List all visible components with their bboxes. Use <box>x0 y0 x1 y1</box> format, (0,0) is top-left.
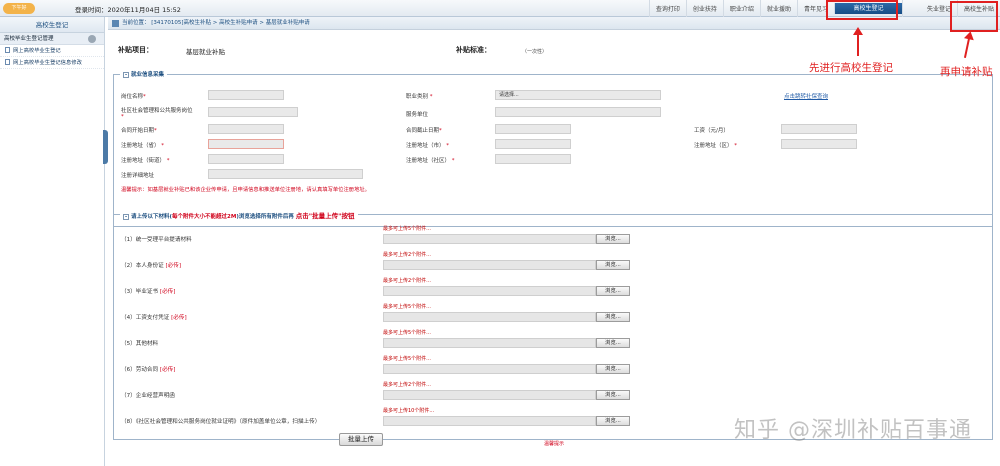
logo: 下午好 <box>3 3 35 14</box>
nav-job-intro[interactable]: 职业介绍 <box>722 0 760 17</box>
subsidy-item-value: 基层就业补贴 <box>186 48 225 56</box>
attachment-limit-1: 最多可上传5个附件... <box>383 226 431 232</box>
attachment-label-4: （4）工资支付凭证 [必传] <box>121 315 187 321</box>
attachment-limit-3: 最多可上传2个附件... <box>383 278 431 284</box>
nav-startup-support[interactable]: 创业扶持 <box>685 0 723 17</box>
reg-community-input[interactable] <box>495 154 571 164</box>
reg-city-input[interactable] <box>495 139 571 149</box>
position-label: 岗位名称* <box>121 94 146 100</box>
sidebar-item-register-modify[interactable]: 网上高校毕业生登记信息修改 <box>0 57 104 69</box>
reg-detail-input[interactable] <box>208 169 363 179</box>
attachment-label-7: （7）企业经营声明函 <box>121 393 175 399</box>
attachment-label-2: （2）本人身份证 [必传] <box>121 263 182 269</box>
attachment-label-6: （6）劳动合同 [必传] <box>121 367 176 373</box>
browse-button-8[interactable]: 浏览... <box>596 416 630 426</box>
wage-label: 工资（元/月） <box>694 128 729 134</box>
browse-button-4[interactable]: 浏览... <box>596 312 630 322</box>
sidebar-section-label: 高校毕业生登记管理 <box>4 36 54 42</box>
document-icon <box>5 47 10 53</box>
subsidy-item-label: 补贴项目： <box>118 46 153 54</box>
attachment-path-4[interactable] <box>383 312 596 322</box>
reg-detail-label: 注册详细地址 <box>121 173 155 179</box>
highlight-graduate-subsidy <box>950 1 998 32</box>
browse-button-5[interactable]: 浏览... <box>596 338 630 348</box>
social-post-label: 社区社会管理和公共服务岗位 * <box>121 108 193 120</box>
attachment-label-3: （3）毕业证书 [必传] <box>121 289 176 295</box>
attachment-limit-6: 最多可上传5个附件... <box>383 356 431 362</box>
reg-province-label: 注册地址（省） * <box>121 143 165 149</box>
position-input[interactable] <box>208 90 284 100</box>
job-type-select[interactable]: 请选择... <box>495 90 661 100</box>
highlight-graduate-register <box>826 0 898 20</box>
arrow-up-icon <box>853 27 863 56</box>
main-content: 补贴项目： 基层就业补贴 补贴标准： （一次性） - 就业信息采集 岗位名称* 职… <box>108 30 1000 466</box>
attachment-limit-2: 最多可上传2个附件... <box>383 252 431 258</box>
attachment-path-5[interactable] <box>383 338 596 348</box>
attachment-label-1: （1）统一受理平台提请材料 <box>121 237 192 243</box>
top-nav: 查询打印 创业扶持 职业介绍 就业援助 青年见习 高校生登记 失业登记 高校生补… <box>648 0 1000 17</box>
reg-street-label: 注册地址（街道） * <box>121 158 170 164</box>
nav-unemployment-register[interactable]: 失业登记 <box>901 0 957 17</box>
collapse-minus-icon: - <box>123 214 129 220</box>
start-date-input[interactable] <box>208 124 284 134</box>
attachments-legend[interactable]: - 请上传以下材料(每个附件大小不能超过2M)浏览选择所有附件后再 点击"批量上传… <box>120 210 358 220</box>
social-post-input[interactable] <box>208 107 298 117</box>
watermark: 知乎 @深圳补贴百事通 <box>734 418 972 443</box>
reg-district-label: 注册地址（区） * <box>694 143 738 149</box>
sidebar: 高校生登记 高校毕业生登记管理 网上高校毕业生登记 网上高校毕业生登记信息修改 <box>0 17 105 466</box>
attachment-path-3[interactable] <box>383 286 596 296</box>
browse-button-2[interactable]: 浏览... <box>596 260 630 270</box>
browse-button-7[interactable]: 浏览... <box>596 390 630 400</box>
job-type-label: 职业类别 * <box>406 94 433 100</box>
sidebar-item-graduate-register[interactable]: 网上高校毕业生登记 <box>0 45 104 57</box>
save-tip: 温馨提示 <box>544 441 565 447</box>
browse-button-3[interactable]: 浏览... <box>596 286 630 296</box>
nav-query-print[interactable]: 查询打印 <box>648 0 686 17</box>
sidebar-title: 高校生登记 <box>0 17 104 33</box>
attachment-path-8[interactable] <box>383 416 596 426</box>
reg-city-label: 注册地址（市） * <box>406 143 450 149</box>
end-date-input[interactable] <box>495 124 571 134</box>
attachment-label-5: （5）其他材料 <box>121 341 159 347</box>
browse-button-6[interactable]: 浏览... <box>596 364 630 374</box>
collapse-minus-icon: - <box>123 72 129 78</box>
collapse-icon[interactable] <box>88 35 96 43</box>
attachment-path-7[interactable] <box>383 390 596 400</box>
batch-upload-button[interactable]: 批量上传 <box>339 433 383 446</box>
reg-district-input[interactable] <box>781 139 857 149</box>
social-security-link[interactable]: 点击跳转社保查询 <box>784 92 828 100</box>
attachments-fieldset: - 请上传以下材料(每个附件大小不能超过2M)浏览选择所有附件后再 点击"批量上传… <box>113 210 993 446</box>
nav-employment-aid[interactable]: 就业援助 <box>759 0 797 17</box>
home-icon <box>112 20 119 27</box>
attachment-path-6[interactable] <box>383 364 596 374</box>
reg-province-input[interactable] <box>208 139 284 149</box>
annotation-second-step: 再申请补贴 <box>940 66 993 78</box>
sidebar-section[interactable]: 高校毕业生登记管理 <box>0 33 104 45</box>
batch-upload-hint: 点击"批量上传"按钮 <box>295 212 355 220</box>
wage-input[interactable] <box>781 124 857 134</box>
start-date-label: 合同开始日期* <box>121 128 157 134</box>
employment-fieldset: - 就业信息采集 岗位名称* 职业类别 * 请选择... 点击跳转社保查询 社区社… <box>113 70 993 227</box>
attachment-limit-7: 最多可上传2个附件... <box>383 382 431 388</box>
attachment-limit-5: 最多可上传5个附件... <box>383 330 431 336</box>
service-unit-label: 服务单位 <box>406 112 429 118</box>
employment-legend[interactable]: - 就业信息采集 <box>120 70 168 78</box>
document-icon <box>5 59 10 65</box>
attachment-path-1[interactable] <box>383 234 596 244</box>
attachment-limit-8: 最多可上传10个附件... <box>383 408 435 414</box>
browse-button-1[interactable]: 浏览... <box>596 234 630 244</box>
employment-tip: 温馨提示：如基层就业补贴已和该企业传申请，且申请信息和推送单位注册地，请认真填写… <box>121 187 370 193</box>
annotation-first-step: 先进行高校生登记 <box>809 62 893 74</box>
service-unit-input[interactable] <box>495 107 661 117</box>
attachment-path-2[interactable] <box>383 260 596 270</box>
attachment-limit-4: 最多可上传5个附件... <box>383 304 431 310</box>
subsidy-std-value: （一次性） <box>522 49 548 55</box>
subsidy-std-label: 补贴标准： <box>456 46 491 54</box>
login-time: 登录时间：2020年11月04日 15:52 <box>75 6 181 14</box>
end-date-label: 合同截止日期* <box>406 128 442 134</box>
attachment-label-8: （8）《社区社会管理和公共服务岗位就业证明》（原件加盖单位公章，扫描上传） <box>121 419 321 425</box>
reg-street-input[interactable] <box>208 154 284 164</box>
reg-community-label: 注册地址（社区） * <box>406 158 455 164</box>
